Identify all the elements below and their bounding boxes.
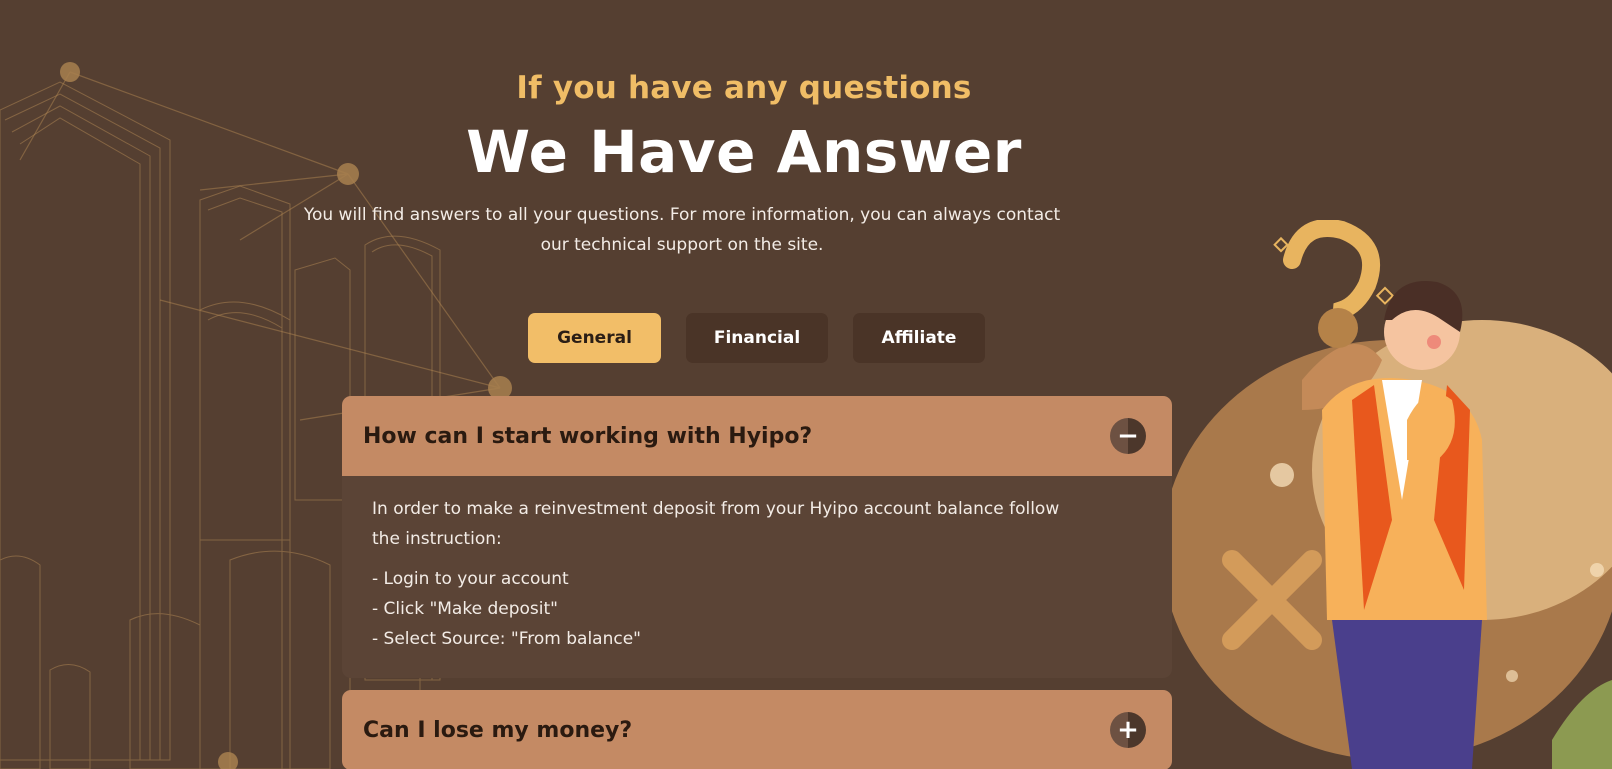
tab-general[interactable]: General	[528, 313, 661, 363]
faq-question: How can I start working with Hyipo?	[363, 423, 813, 449]
thinking-man-illustration	[1162, 220, 1612, 769]
faq-item-collapsed: Can I lose my money? +	[342, 690, 1172, 769]
faq-step: - Login to your account	[372, 569, 569, 589]
faq-tabs: General Financial Affiliate	[528, 313, 985, 363]
tab-financial[interactable]: Financial	[686, 313, 828, 363]
section-header: If you have any questions We Have Answer…	[0, 70, 1612, 260]
faq-step: - Click "Make deposit"	[372, 599, 558, 619]
tab-affiliate[interactable]: Affiliate	[853, 313, 985, 363]
faq-step: - Select Source: "From balance"	[372, 629, 641, 649]
faq-answer-steps: - Login to your account - Click "Make de…	[372, 564, 1142, 654]
section-description: You will find answers to all your questi…	[303, 205, 1061, 255]
faq-item-expanded: How can I start working with Hyipo? − In…	[342, 396, 1172, 678]
faq-question-header[interactable]: How can I start working with Hyipo? −	[342, 396, 1172, 476]
faq-answer-intro: In order to make a reinvestment deposit …	[372, 499, 1060, 549]
section-title: We Have Answer	[466, 118, 1022, 186]
faq-question-header[interactable]: Can I lose my money? +	[342, 690, 1172, 769]
faq-answer: In order to make a reinvestment deposit …	[342, 476, 1172, 678]
minus-icon[interactable]: −	[1110, 418, 1146, 454]
plus-icon[interactable]: +	[1110, 712, 1146, 748]
faq-question: Can I lose my money?	[363, 717, 633, 743]
section-subtitle: If you have any questions	[516, 70, 972, 106]
